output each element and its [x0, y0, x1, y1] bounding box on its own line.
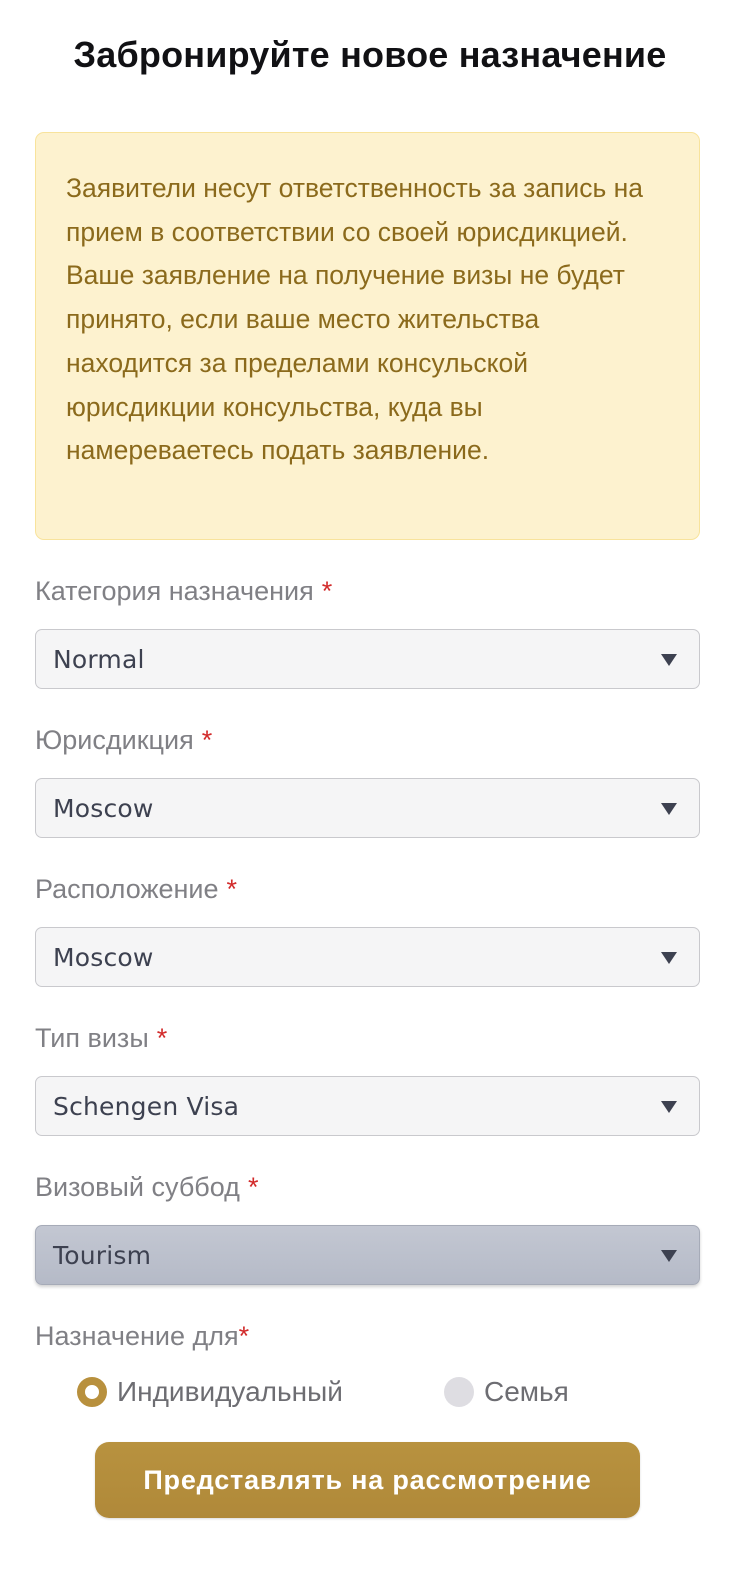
caret-down-icon — [661, 952, 677, 964]
field-label-text: Тип визы — [35, 1023, 149, 1053]
field-label-text: Визовый суббод — [35, 1172, 240, 1202]
field-label-text: Категория назначения — [35, 576, 314, 606]
submit-button[interactable]: Представлять на рассмотрение — [95, 1442, 640, 1518]
radio-label: Индивидуальный — [117, 1376, 343, 1407]
caret-down-icon — [661, 654, 677, 666]
location-label: Расположение * — [35, 874, 237, 905]
radio-individual[interactable]: Индивидуальный — [77, 1376, 343, 1408]
location-select[interactable]: Moscow — [35, 927, 700, 987]
jurisdiction-label: Юрисдикция * — [35, 725, 212, 756]
visa-subtype-select[interactable]: Tourism — [35, 1225, 700, 1285]
visa-type-label: Тип визы * — [35, 1023, 167, 1054]
radio-checked-icon[interactable] — [77, 1377, 107, 1407]
required-marker: * — [238, 1321, 250, 1351]
caret-down-icon — [661, 1101, 677, 1113]
caret-down-icon — [661, 1250, 677, 1262]
required-marker: * — [201, 725, 213, 755]
select-value: Schengen Visa — [53, 1091, 240, 1121]
required-marker: * — [156, 1023, 168, 1053]
radio-unchecked-icon[interactable] — [444, 1377, 474, 1407]
field-label-text: Назначение для — [35, 1321, 239, 1351]
select-value: Moscow — [53, 942, 154, 972]
notice-paragraph: Заявители несут ответственность за запис… — [66, 173, 643, 247]
notice-paragraph: Ваше заявление на получение визы не буде… — [66, 260, 625, 466]
required-marker: * — [247, 1172, 259, 1202]
appointment-category-select[interactable]: Normal — [35, 629, 700, 689]
select-value: Tourism — [53, 1240, 152, 1270]
radio-label: Семья — [484, 1376, 569, 1407]
select-value: Normal — [53, 644, 145, 674]
appointment-category-label: Категория назначения * — [35, 576, 332, 607]
radio-family[interactable]: Семья — [444, 1376, 569, 1408]
select-value: Moscow — [53, 793, 154, 823]
appointment-for-label: Назначение для* — [35, 1321, 249, 1352]
jurisdiction-notice: Заявители несут ответственность за запис… — [35, 132, 700, 540]
field-label-text: Юрисдикция — [35, 725, 194, 755]
page-title: Забронируйте новое назначение — [73, 34, 667, 75]
field-label-text: Расположение — [35, 874, 219, 904]
jurisdiction-select[interactable]: Moscow — [35, 778, 700, 838]
caret-down-icon — [661, 803, 677, 815]
required-marker: * — [226, 874, 238, 904]
required-marker: * — [321, 576, 333, 606]
visa-subtype-label: Визовый суббод * — [35, 1172, 258, 1203]
booking-page: Забронируйте новое назначение Заявители … — [0, 0, 740, 1576]
appointment-for-radio-group: Индивидуальный Семья — [0, 1376, 740, 1416]
visa-type-select[interactable]: Schengen Visa — [35, 1076, 700, 1136]
